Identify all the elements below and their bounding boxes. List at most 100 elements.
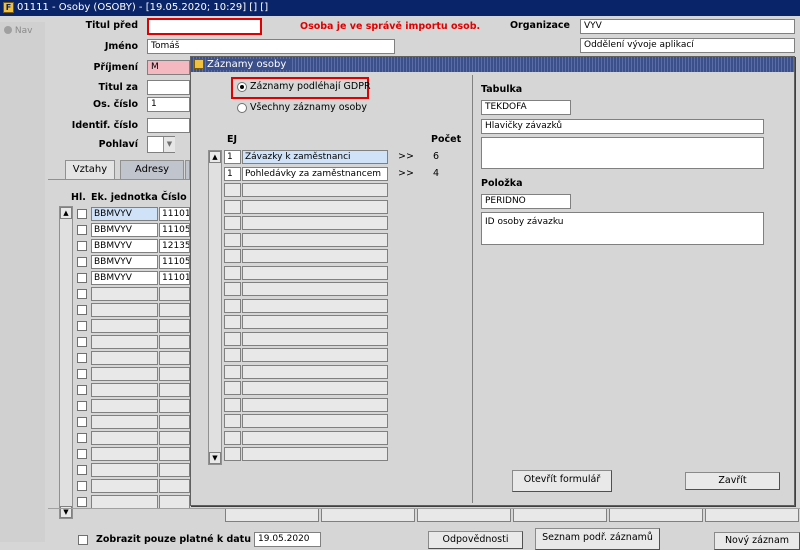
hl-checkbox[interactable]: [77, 273, 87, 283]
list-cell-name[interactable]: [242, 397, 388, 412]
grid-cell-cislo[interactable]: 12135: [159, 239, 190, 253]
grid-cell-cislo[interactable]: 11105: [159, 223, 190, 237]
drilldown-arrow[interactable]: >>: [398, 168, 414, 179]
grid-cell-cislo[interactable]: [159, 383, 190, 397]
list-cell-ej[interactable]: [224, 348, 241, 362]
grid-cell-ek[interactable]: BBMVYV: [91, 255, 158, 269]
platne-checkbox[interactable]: [78, 535, 88, 545]
hl-checkbox[interactable]: [77, 241, 87, 251]
hl-checkbox[interactable]: [77, 209, 87, 219]
list-cell-name[interactable]: [242, 298, 388, 313]
gdpr-radio[interactable]: [237, 82, 247, 92]
grid-cell-cislo[interactable]: [159, 351, 190, 365]
hl-checkbox[interactable]: [77, 289, 87, 299]
list-scroll-down-icon[interactable]: ▼: [209, 452, 221, 464]
odpovednosti-button[interactable]: Odpovědnosti: [428, 531, 523, 549]
grid-cell-cislo[interactable]: [159, 415, 190, 429]
grid-cell-ek[interactable]: [91, 335, 158, 349]
tabulka-notes-field[interactable]: [481, 137, 764, 169]
list-cell-name[interactable]: Závazky k zaměstnanci: [242, 150, 388, 164]
list-cell-name[interactable]: [242, 249, 388, 263]
list-cell-ej[interactable]: [224, 282, 241, 296]
grid-cell-cislo[interactable]: [159, 319, 190, 333]
list-cell-name[interactable]: [242, 348, 388, 362]
grid-cell-ek[interactable]: [91, 367, 158, 381]
list-cell-ej[interactable]: [224, 447, 241, 461]
list-cell-ej[interactable]: [224, 249, 241, 263]
list-cell-name[interactable]: [242, 282, 388, 296]
grid-cell-ek[interactable]: [91, 415, 158, 429]
list-cell-ej[interactable]: [224, 265, 241, 280]
list-cell-ej[interactable]: 1: [224, 150, 241, 164]
hl-checkbox[interactable]: [77, 369, 87, 379]
grid-cell-ek[interactable]: [91, 399, 158, 413]
organizace-field[interactable]: VYV: [580, 19, 795, 34]
list-cell-name[interactable]: Pohledávky za zaměstnancem: [242, 166, 388, 181]
list-cell-name[interactable]: [242, 381, 388, 395]
list-cell-name[interactable]: [242, 364, 388, 379]
grid-cell-cislo[interactable]: [159, 303, 190, 317]
nav-button[interactable]: Nav: [4, 26, 32, 36]
hl-checkbox[interactable]: [77, 385, 87, 395]
grid-cell-ek[interactable]: [91, 479, 158, 493]
list-cell-ej[interactable]: [224, 331, 241, 346]
novy-zaznam-button[interactable]: Nový záznam: [714, 532, 800, 550]
list-cell-ej[interactable]: [224, 199, 241, 214]
list-cell-ej[interactable]: 1: [224, 166, 241, 181]
grid-cell-cislo[interactable]: 11105: [159, 255, 190, 269]
prijmeni-field[interactable]: M: [147, 60, 190, 75]
grid-cell-ek[interactable]: [91, 287, 158, 301]
close-button[interactable]: Zavřít: [685, 472, 780, 490]
list-cell-name[interactable]: [242, 414, 388, 428]
list-cell-ej[interactable]: [224, 216, 241, 230]
grid-cell-ek[interactable]: [91, 447, 158, 461]
titul-pred-field[interactable]: [147, 18, 262, 35]
list-cell-name[interactable]: [242, 315, 388, 329]
os-cislo-field[interactable]: 1: [147, 97, 190, 112]
list-cell-ej[interactable]: [224, 364, 241, 379]
hl-checkbox[interactable]: [77, 225, 87, 235]
chevron-down-icon[interactable]: ▼: [163, 137, 175, 152]
grid-cell-ek[interactable]: BBMVYV: [91, 271, 158, 285]
grid-cell-ek[interactable]: [91, 383, 158, 397]
drilldown-arrow[interactable]: >>: [398, 151, 414, 162]
grid-cell-cislo[interactable]: 11101: [159, 207, 190, 221]
hl-checkbox[interactable]: [77, 321, 87, 331]
tab-vztahy[interactable]: Vztahy: [65, 160, 115, 180]
list-scroll-up-icon[interactable]: ▲: [209, 151, 221, 163]
list-cell-name[interactable]: [242, 199, 388, 214]
list-cell-name[interactable]: [242, 331, 388, 346]
hl-checkbox[interactable]: [77, 401, 87, 411]
list-cell-ej[interactable]: [224, 183, 241, 197]
list-cell-ej[interactable]: [224, 298, 241, 313]
grid-cell-ek[interactable]: BBMVYV: [91, 239, 158, 253]
hl-checkbox[interactable]: [77, 257, 87, 267]
jmeno-field[interactable]: Tomáš: [147, 39, 395, 54]
grid-cell-cislo[interactable]: [159, 479, 190, 493]
list-cell-name[interactable]: [242, 232, 388, 247]
hl-checkbox[interactable]: [77, 417, 87, 427]
polozka-field[interactable]: PERIDNO: [481, 194, 571, 209]
list-cell-ej[interactable]: [224, 414, 241, 428]
identif-field[interactable]: [147, 118, 190, 133]
grid-cell-ek[interactable]: [91, 495, 158, 509]
list-cell-ej[interactable]: [224, 381, 241, 395]
hl-checkbox[interactable]: [77, 449, 87, 459]
list-scrollbar[interactable]: ▲ ▼: [208, 150, 222, 465]
platne-date-field[interactable]: 19.05.2020: [254, 532, 321, 547]
grid-cell-cislo[interactable]: [159, 447, 190, 461]
hl-checkbox[interactable]: [77, 465, 87, 475]
grid-cell-cislo[interactable]: [159, 399, 190, 413]
grid-cell-ek[interactable]: [91, 319, 158, 333]
grid-cell-ek[interactable]: [91, 463, 158, 477]
list-cell-name[interactable]: [242, 430, 388, 445]
hl-checkbox[interactable]: [77, 353, 87, 363]
grid-cell-ek[interactable]: [91, 351, 158, 365]
hl-checkbox[interactable]: [77, 433, 87, 443]
list-cell-name[interactable]: [242, 447, 388, 461]
seznam-podr-zaznamu-button[interactable]: Seznam podř. záznamů: [535, 528, 660, 550]
list-cell-name[interactable]: [242, 216, 388, 230]
grid-cell-cislo[interactable]: [159, 287, 190, 301]
grid-cell-cislo[interactable]: [159, 367, 190, 381]
tabulka-field[interactable]: TEKDOFA: [481, 100, 571, 115]
